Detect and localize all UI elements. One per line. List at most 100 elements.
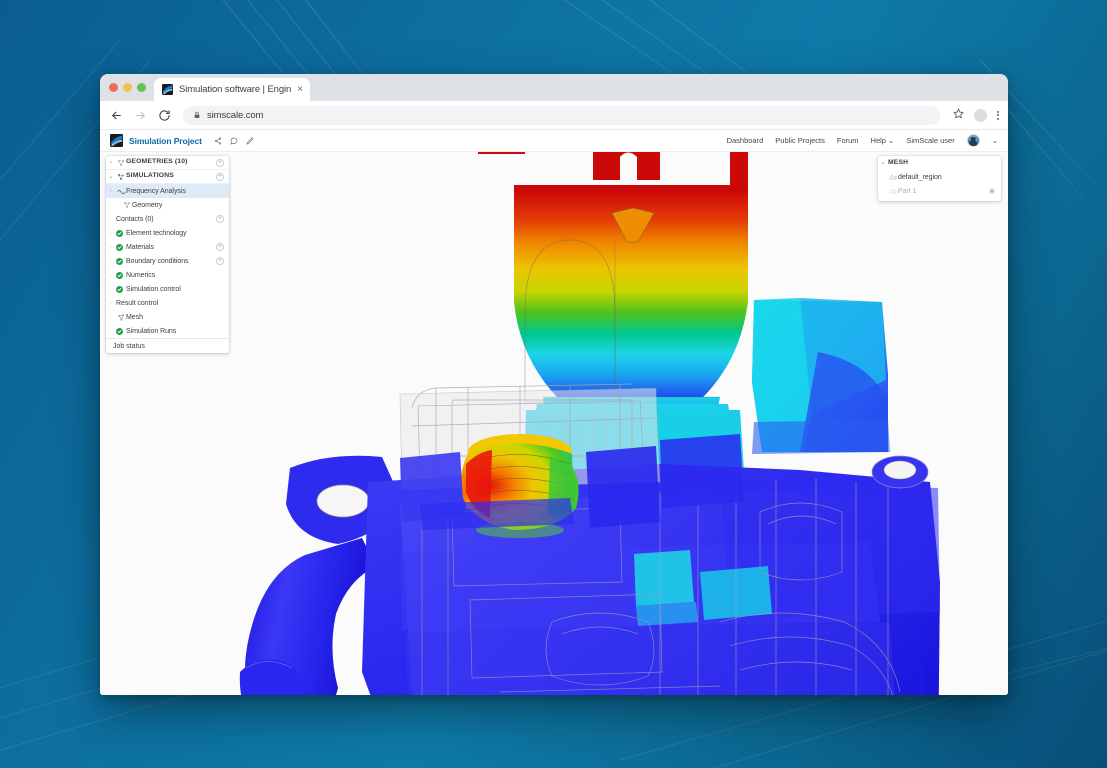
tree-item-simulation-control[interactable]: Simulation control <box>106 282 229 296</box>
tree-expander-dot-icon[interactable]: · <box>106 258 116 265</box>
edit-icon[interactable] <box>246 137 254 145</box>
tree-expander-dot-icon[interactable]: · <box>106 314 116 321</box>
comment-icon[interactable] <box>230 137 238 145</box>
app-nav-links: Dashboard Public Projects Forum Help ⌄ S… <box>727 134 998 147</box>
project-title: Simulation Project <box>129 136 202 146</box>
nav-dashboard[interactable]: Dashboard <box>727 136 764 145</box>
status-check-icon <box>116 272 123 279</box>
tree-label-mesh: Mesh <box>126 314 143 321</box>
geometries-icon <box>116 159 126 167</box>
tree-item-mesh[interactable]: · Mesh <box>106 310 229 324</box>
geometry-icon <box>122 201 132 209</box>
project-tree-panel[interactable]: › GEOMETRIES (10) + ⌄ SIMULATIONS + <box>106 156 229 353</box>
mesh-panel-header[interactable]: ⌄ MESH <box>878 156 1001 170</box>
tree-expander-dot-icon[interactable]: · <box>106 230 116 237</box>
add-material-button[interactable]: + <box>216 243 224 251</box>
mesh-label-default-region: default_region <box>898 174 942 181</box>
star-icon[interactable] <box>953 106 964 124</box>
tree-expander-dot-icon[interactable]: · <box>106 244 116 251</box>
tree-label-boundary-conditions: Boundary conditions <box>126 258 188 265</box>
simscale-favicon-icon <box>162 84 173 95</box>
nav-help[interactable]: Help ⌄ <box>871 136 895 145</box>
tree-label-geometry: Geometry <box>132 202 162 209</box>
minimize-window-button[interactable] <box>123 83 132 92</box>
chevron-down-icon[interactable]: ⌄ <box>106 174 116 180</box>
tab-title: Simulation software | Engin <box>179 84 291 95</box>
tree-item-simulations[interactable]: ⌄ SIMULATIONS + <box>106 170 229 184</box>
mesh-panel-title: MESH <box>888 160 908 167</box>
3d-viewport[interactable] <box>100 152 1008 695</box>
mesh-icon <box>116 313 126 322</box>
tab-close-icon[interactable]: × <box>297 85 303 95</box>
mesh-region-icon <box>888 173 898 181</box>
user-avatar[interactable] <box>967 134 980 147</box>
user-menu-chevron-down-icon[interactable]: ⌄ <box>992 136 998 145</box>
app-brand[interactable]: Simulation Project <box>110 134 202 147</box>
mesh-item-part-1[interactable]: Part 1 ◉ <box>878 184 1001 198</box>
app-header: Simulation Project Dashboard <box>100 130 1008 152</box>
add-simulation-button[interactable]: + <box>216 173 224 181</box>
browser-window: Simulation software | Engin × <box>100 74 1008 695</box>
address-bar-url: simscale.com <box>207 110 263 121</box>
status-check-icon <box>116 244 123 251</box>
tree-item-boundary-conditions[interactable]: · Boundary conditions + <box>106 254 229 268</box>
nav-user-name[interactable]: SimScale user <box>906 136 954 145</box>
browser-profile-avatar[interactable] <box>974 109 987 122</box>
back-button[interactable] <box>109 108 124 123</box>
chevron-right-icon[interactable]: › <box>106 160 116 166</box>
wave-icon <box>116 187 126 196</box>
browser-tabstrip: Simulation software | Engin × <box>100 74 1008 101</box>
status-check-icon <box>116 328 123 335</box>
toolbar-actions <box>949 106 999 124</box>
tree-item-simulation-runs[interactable]: Simulation Runs <box>106 324 229 338</box>
status-check-icon <box>116 258 123 265</box>
mesh-panel[interactable]: ⌄ MESH default_region Part 1 ◉ <box>878 156 1001 201</box>
maximize-window-button[interactable] <box>137 83 146 92</box>
add-boundary-condition-button[interactable]: + <box>216 257 224 265</box>
mesh-region-icon <box>888 187 898 195</box>
nav-forum[interactable]: Forum <box>837 136 859 145</box>
nav-public-projects[interactable]: Public Projects <box>775 136 825 145</box>
simulations-icon <box>116 173 126 181</box>
tree-label-simulation-runs: Simulation Runs <box>126 328 176 335</box>
tree-item-frequency-analysis[interactable]: - Frequency Analysis <box>106 184 229 198</box>
add-contact-button[interactable]: + <box>216 215 224 223</box>
status-check-icon <box>116 230 123 237</box>
tree-item-geometry[interactable]: Geometry <box>106 198 229 212</box>
tree-item-result-control[interactable]: · Result control <box>106 296 229 310</box>
visibility-toggle-icon[interactable]: ◉ <box>989 188 995 195</box>
job-status-bar[interactable]: Job status <box>106 338 229 353</box>
simscale-logo-icon <box>110 134 123 147</box>
close-window-button[interactable] <box>109 83 118 92</box>
add-geometry-button[interactable]: + <box>216 159 224 167</box>
reload-button[interactable] <box>157 108 172 123</box>
forward-button[interactable] <box>133 108 148 123</box>
project-action-icons <box>214 137 254 145</box>
chevron-down-icon[interactable]: ⌄ <box>878 160 888 166</box>
tree-label-result-control: Result control <box>116 300 158 307</box>
model-right-cyan-block <box>752 298 890 454</box>
tree-item-geometries[interactable]: › GEOMETRIES (10) + <box>106 156 229 170</box>
tree-item-element-technology[interactable]: · Element technology <box>106 226 229 240</box>
collapse-icon[interactable]: - <box>106 188 116 194</box>
tree-expander-dot-icon[interactable]: · <box>106 272 116 279</box>
status-check-icon <box>116 286 123 293</box>
three-dot-menu-icon[interactable] <box>997 111 999 120</box>
tree-label-frequency-analysis: Frequency Analysis <box>126 188 186 195</box>
fea-result-model <box>100 152 1008 695</box>
browser-toolbar: simscale.com <box>100 101 1008 130</box>
lock-icon <box>193 111 201 119</box>
project-tree-list: › GEOMETRIES (10) + ⌄ SIMULATIONS + <box>106 156 229 338</box>
address-bar[interactable]: simscale.com <box>183 106 940 125</box>
tree-expander-dot-icon[interactable]: · <box>106 300 116 307</box>
tree-item-contacts[interactable]: Contacts (0) + <box>106 212 229 226</box>
tree-item-materials[interactable]: · Materials + <box>106 240 229 254</box>
share-icon[interactable] <box>214 137 222 145</box>
tree-label-numerics: Numerics <box>126 272 155 279</box>
tree-label-element-technology: Element technology <box>126 230 187 237</box>
desktop-background: Simulation software | Engin × <box>0 0 1107 768</box>
browser-tab[interactable]: Simulation software | Engin × <box>154 78 310 101</box>
mesh-item-default-region[interactable]: default_region <box>878 170 1001 184</box>
simscale-app: Simulation Project Dashboard <box>100 130 1008 695</box>
tree-item-numerics[interactable]: · Numerics <box>106 268 229 282</box>
